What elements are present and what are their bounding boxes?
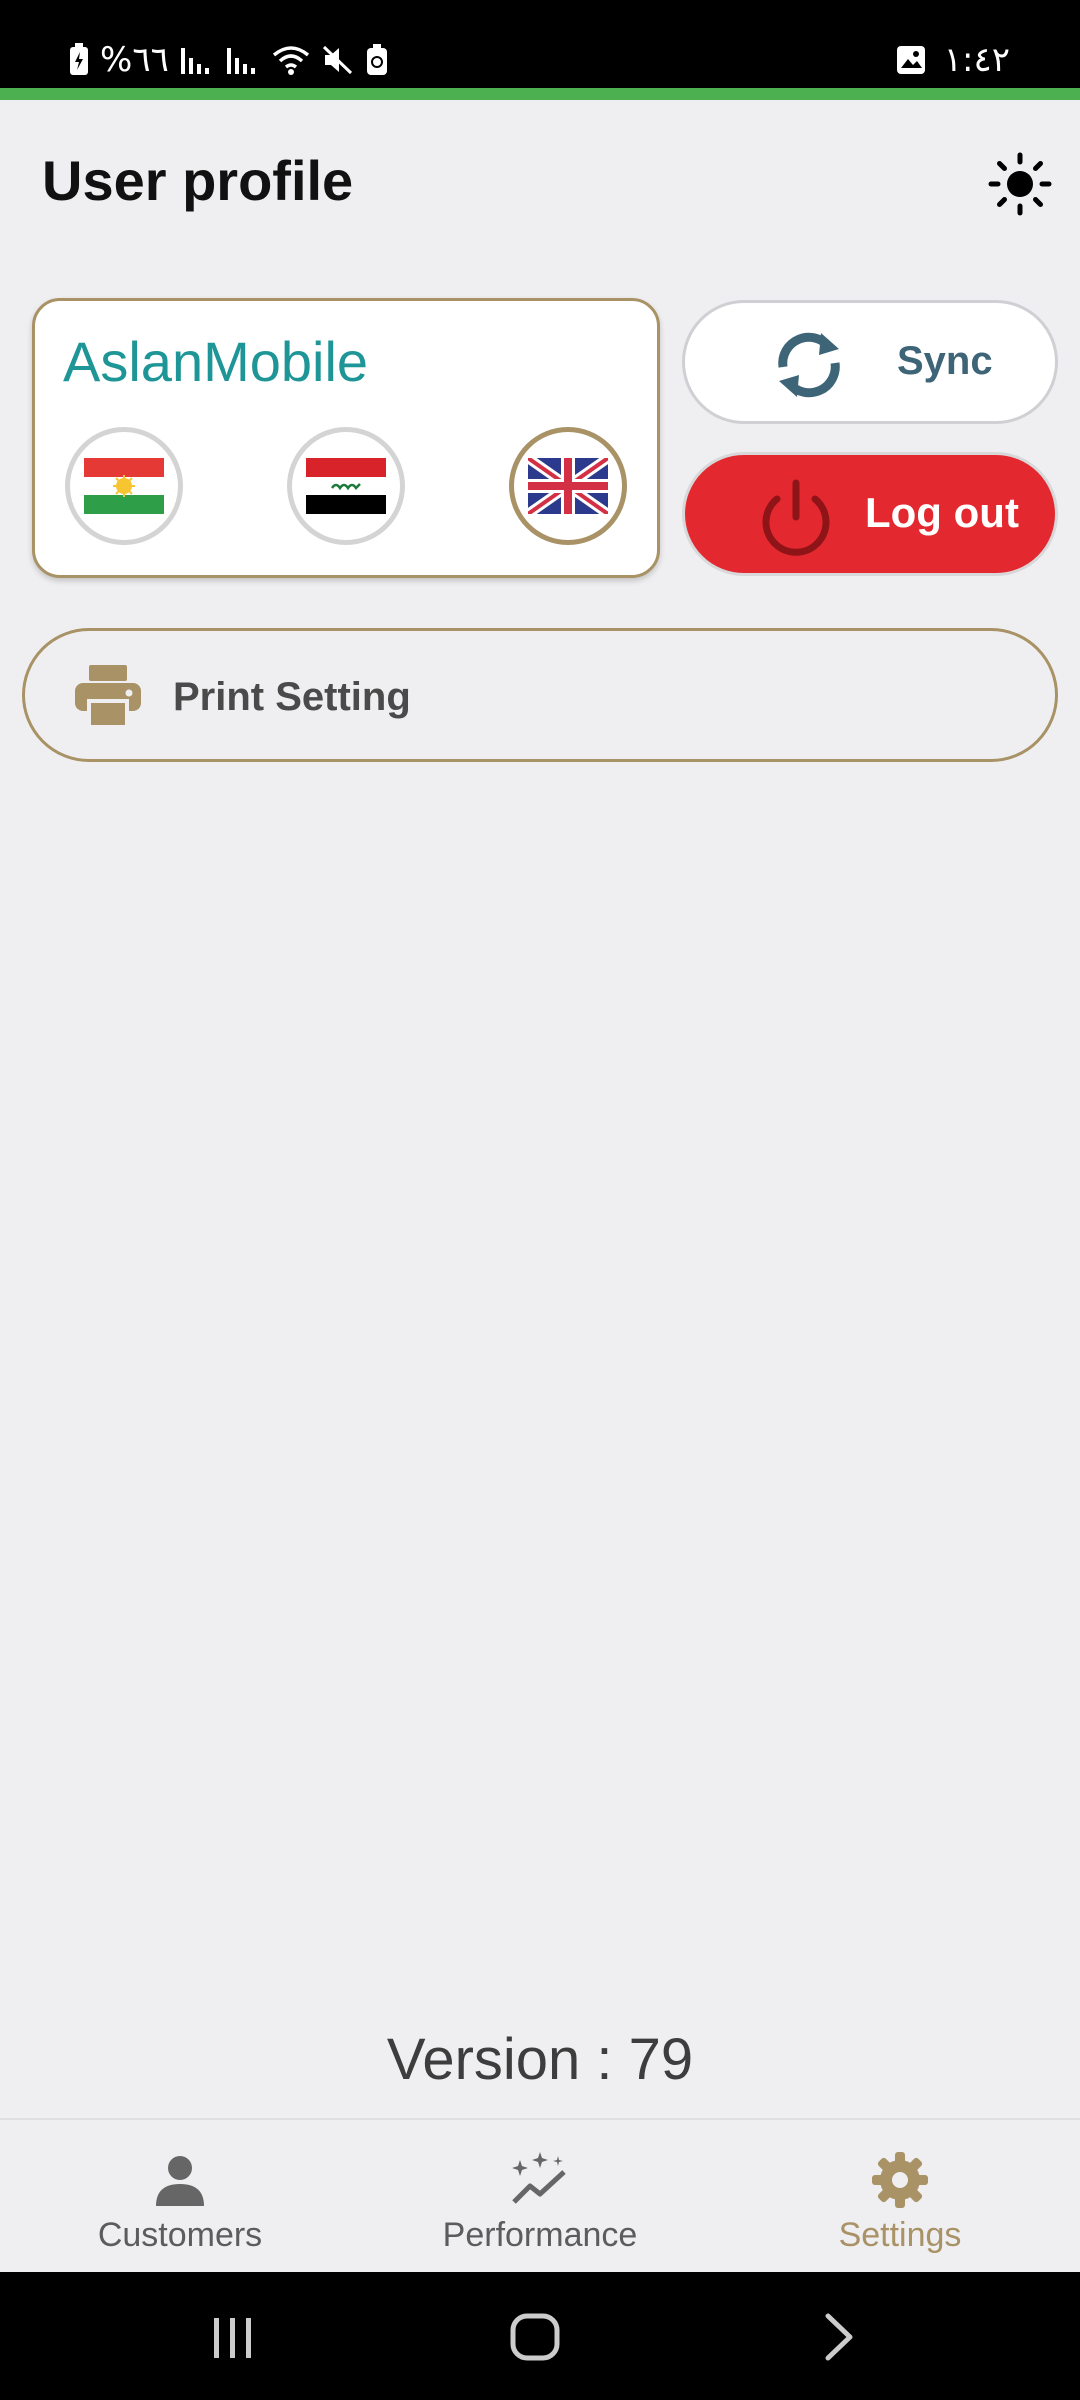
print-setting-button[interactable]: Print Setting <box>22 628 1058 762</box>
recent-apps-icon[interactable] <box>198 2302 268 2372</box>
status-right: ١:٤٢ <box>896 40 1010 80</box>
version-text: Version : 79 <box>386 2027 694 2092</box>
logout-button[interactable]: Log out <box>682 452 1058 576</box>
battery-saver-icon <box>70 43 88 75</box>
print-setting-label: Print Setting <box>173 675 411 719</box>
nav-item-performance[interactable]: Performance <box>360 2120 720 2274</box>
home-icon[interactable] <box>500 2302 570 2372</box>
sparkle-chart-icon <box>512 2152 566 2204</box>
nav-label-customers: Customers <box>97 2216 263 2254</box>
language-kurdish-button[interactable] <box>65 427 183 545</box>
nav-label-settings: Settings <box>838 2216 962 2254</box>
progress-bar <box>0 88 1080 100</box>
uk-flag-icon <box>528 458 608 514</box>
person-icon <box>156 2156 204 2206</box>
nav-item-settings[interactable]: Settings <box>720 2120 1080 2274</box>
system-nav-bar <box>0 2272 1080 2400</box>
back-icon[interactable] <box>804 2302 874 2372</box>
mute-icon <box>322 45 352 75</box>
sync-label: Sync <box>897 339 993 383</box>
nav-label-performance: Performance <box>442 2216 638 2254</box>
signal-icon <box>226 48 255 74</box>
page-title: User profile <box>42 149 354 212</box>
bottom-nav: Customers Performance Settings <box>0 2118 1080 2272</box>
nav-item-customers[interactable]: Customers <box>0 2120 360 2274</box>
profile-name: AslanMobile <box>63 330 369 393</box>
signal-icon <box>180 48 209 74</box>
logout-label: Log out <box>865 489 1019 536</box>
theme-toggle-button[interactable] <box>984 148 1056 220</box>
kurdistan-flag-icon <box>84 458 164 514</box>
language-english-button[interactable] <box>509 427 627 545</box>
sync-button[interactable]: Sync <box>682 300 1058 424</box>
sun-icon <box>988 152 1052 216</box>
printer-icon <box>75 665 141 729</box>
iraq-flag-icon <box>306 458 386 514</box>
battery-icon <box>366 44 387 75</box>
status-bar: %٦٦ ١:٤٢ <box>0 0 1080 88</box>
image-notification-icon <box>896 46 925 74</box>
power-icon <box>762 479 830 556</box>
clock: ١:٤٢ <box>943 40 1010 80</box>
status-left: %٦٦ <box>68 40 389 80</box>
battery-percent: %٦٦ <box>100 40 169 80</box>
profile-card: AslanMobile <box>32 298 660 578</box>
language-arabic-button[interactable] <box>287 427 405 545</box>
wifi-icon <box>272 46 309 75</box>
sync-icon <box>778 332 840 398</box>
gear-icon <box>872 2152 928 2208</box>
